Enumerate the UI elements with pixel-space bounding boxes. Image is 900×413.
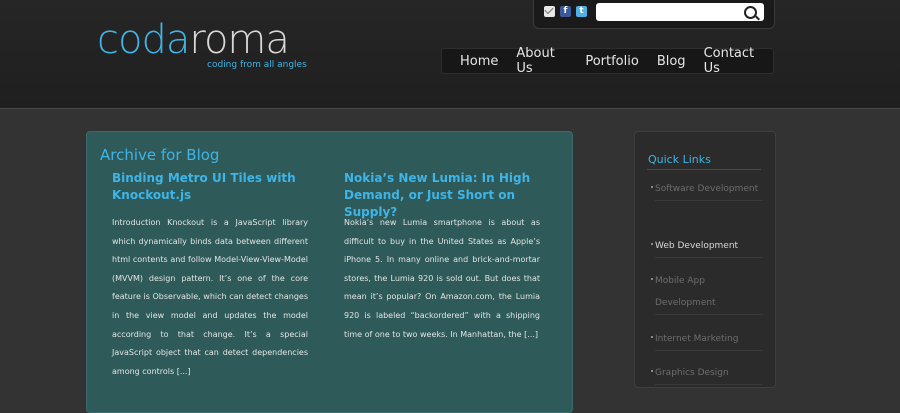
nav-portfolio[interactable]: Portfolio <box>585 54 638 69</box>
post-title-link[interactable]: Binding Metro UI Tiles with Knockout.js <box>112 170 308 204</box>
nav-home[interactable]: Home <box>460 54 498 69</box>
quick-link-mobile-app-development[interactable]: Mobile App Development <box>651 270 763 315</box>
search-icon[interactable] <box>744 6 757 19</box>
nav-about-us[interactable]: About Us <box>516 46 567 76</box>
quick-links-sidebar: Quick Links Software Development Web Dev… <box>634 131 776 388</box>
search-input[interactable] <box>596 3 764 21</box>
post-excerpt: Introduction Knockout is a JavaScript li… <box>112 218 308 376</box>
post-title-link[interactable]: Nokia’s New Lumia: In High Demand, or Ju… <box>344 170 540 219</box>
quick-link-web-development[interactable]: Web Development <box>651 235 763 258</box>
twitter-icon[interactable]: t <box>576 6 587 17</box>
facebook-icon[interactable]: f <box>560 6 571 17</box>
main-nav: Home About Us Portfolio Blog Contact Us <box>441 46 774 76</box>
quick-link-internet-marketing[interactable]: Internet Marketing <box>651 328 763 351</box>
page-title: Archive for Blog <box>100 146 220 164</box>
blog-post: Nokia’s New Lumia: In High Demand, or Ju… <box>344 170 540 344</box>
nav-blog[interactable]: Blog <box>657 54 686 69</box>
site-logo[interactable]: codaroma coding from all angles <box>97 17 307 70</box>
quick-link-software-development[interactable]: Software Development <box>651 178 763 201</box>
logo-wordmark: codaroma <box>97 17 290 63</box>
post-excerpt: Nokia’s new Lumia smartphone is about as… <box>344 218 540 339</box>
quick-link-graphics-design[interactable]: Graphics Design <box>651 362 763 385</box>
logo-word-part1: coda <box>97 17 190 63</box>
mail-icon[interactable] <box>544 6 555 17</box>
divider <box>647 169 761 170</box>
logo-word-part2: roma <box>189 17 290 63</box>
quick-links-title: Quick Links <box>648 153 711 166</box>
logo-tagline: coding from all angles <box>207 60 307 70</box>
nav-contact-us[interactable]: Contact Us <box>704 46 765 76</box>
blog-post: Binding Metro UI Tiles with Knockout.js … <box>112 170 308 381</box>
archive-panel: Archive for Blog Binding Metro UI Tiles … <box>86 131 573 413</box>
top-utility-bar: f t <box>533 0 775 29</box>
site-header: codaroma coding from all angles f t Home… <box>0 0 900 109</box>
